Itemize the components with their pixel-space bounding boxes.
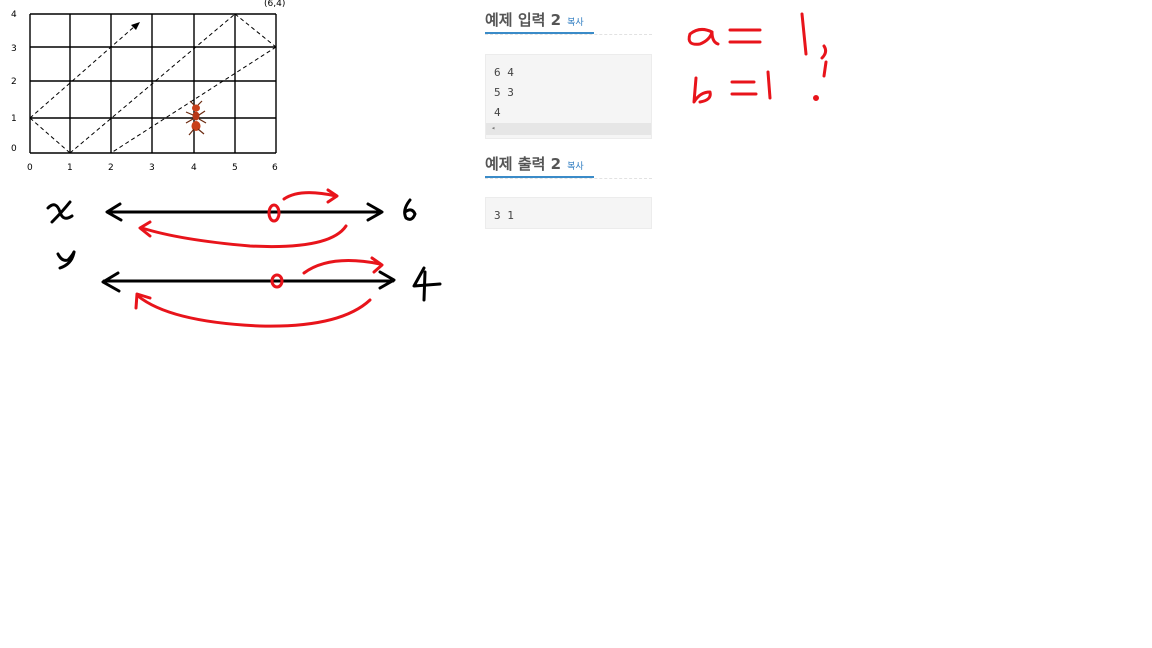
y-tick-label: 1	[11, 114, 17, 124]
y-tick-label: 4	[11, 10, 17, 20]
x-back-arrow	[140, 224, 348, 249]
x-tick-label: 5	[232, 163, 238, 173]
x-tick-label: 2	[108, 163, 114, 173]
sample-input-section: 예제 입력 2 복사 6 4 5 3 4 ◂	[485, 10, 652, 139]
handwritten-4	[412, 266, 442, 302]
x-tick-label: 1	[67, 163, 73, 173]
sample-output-section: 예제 출력 2 복사 3 1	[485, 154, 652, 229]
sample-output-header: 예제 출력 2 복사	[485, 154, 652, 176]
y-forward-arrow	[302, 259, 382, 275]
sample-input-title: 예제 입력 2	[485, 11, 562, 29]
sample-input-copy-button[interactable]: 복사	[567, 13, 584, 33]
sample-output-copy-button[interactable]: 복사	[567, 157, 584, 177]
path-segment	[234, 13, 277, 48]
letter-a	[687, 27, 720, 46]
sample-output-title-underline	[485, 176, 652, 179]
sample-output-box[interactable]: 3 1	[485, 197, 652, 229]
y-tick-label: 3	[11, 44, 17, 54]
x-tick-label: 3	[149, 163, 155, 173]
digit-1-bottom	[766, 70, 772, 100]
scroll-left-icon[interactable]: ◂	[491, 124, 495, 132]
corner-coordinate-label: (6,4)	[264, 0, 285, 9]
x-forward-arrow	[282, 191, 338, 201]
letter-b	[692, 76, 712, 104]
digit-1-top	[800, 12, 808, 56]
y-tick-label: 0	[11, 144, 17, 154]
sample-output-line: 3 1	[494, 209, 514, 222]
y-tick-label: 2	[11, 77, 17, 87]
handwritten-y-label	[56, 250, 76, 270]
handwritten-x-label	[46, 200, 74, 224]
sample-input-line: 4	[494, 106, 501, 119]
y-back-arrow	[136, 294, 372, 328]
path-segment	[29, 25, 136, 119]
x-tick-label: 6	[272, 163, 278, 173]
x-tick-label: 4	[191, 163, 197, 173]
sample-input-box[interactable]: 6 4 5 3 4 ◂	[485, 54, 652, 139]
grid-diagram: 0 1 2 3 4 5 6 0 1 2 3 4 (6,4)	[11, 0, 285, 173]
sample-input-title-underline	[485, 32, 652, 35]
sample-input-line: 6 4	[494, 66, 514, 79]
handwriting-sketch	[46, 12, 828, 328]
sample-output-title: 예제 출력 2	[485, 155, 562, 173]
handwritten-6	[403, 198, 417, 221]
sample-input-line: 5 3	[494, 86, 514, 99]
horizontal-scrollbar[interactable]: ◂	[486, 123, 651, 135]
sample-input-header: 예제 입력 2 복사	[485, 10, 652, 32]
handwritten-answer	[687, 12, 828, 104]
path-segment	[29, 117, 71, 154]
x-tick-label: 0	[27, 163, 33, 173]
